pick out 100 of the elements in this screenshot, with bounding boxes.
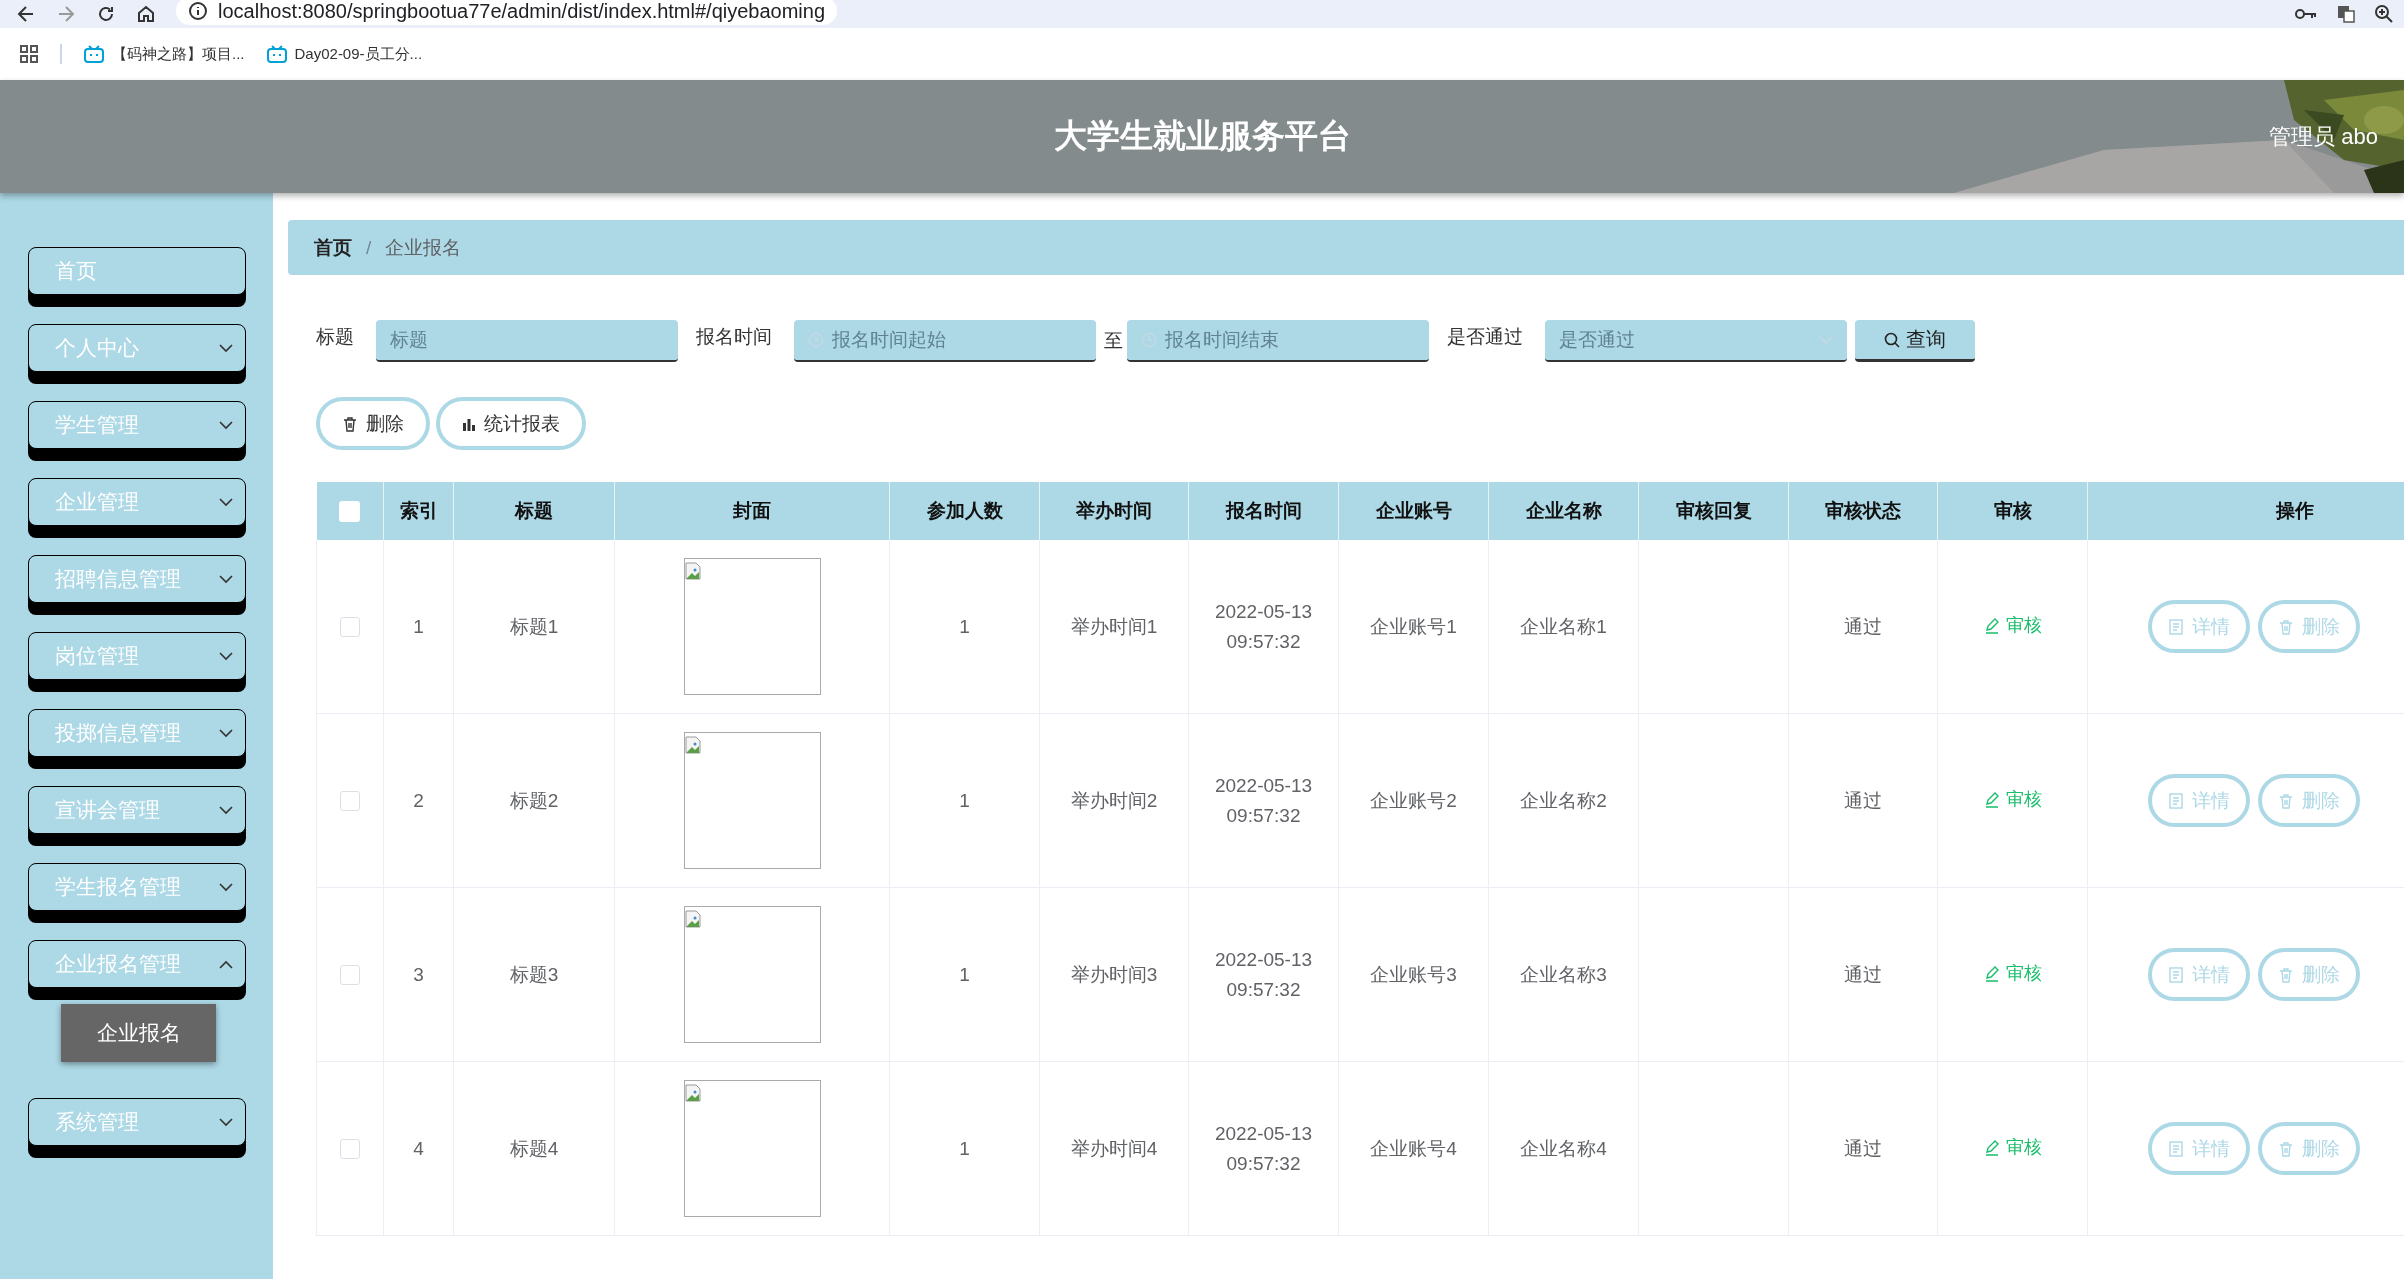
table-cell: 4 xyxy=(413,1137,424,1159)
column-header: 审核回复 xyxy=(1638,482,1789,540)
reload-icon[interactable] xyxy=(96,4,116,24)
review-link[interactable]: 审核 xyxy=(1983,958,2042,989)
details-button[interactable]: 详情 xyxy=(2148,948,2250,1001)
select-field[interactable]: 是否通过 xyxy=(1545,320,1847,362)
field-label: 至 xyxy=(1104,329,1123,353)
document-icon xyxy=(2168,792,2184,809)
tv-icon xyxy=(84,45,104,63)
details-button[interactable]: 详情 xyxy=(2148,600,2250,653)
bar-chart-icon xyxy=(462,416,476,431)
broken-image-icon xyxy=(684,736,701,754)
column-header: 标题 xyxy=(453,482,615,540)
back-icon[interactable] xyxy=(16,4,36,24)
table-cell: 举办时间4 xyxy=(1070,1137,1158,1159)
table-cell: 标题3 xyxy=(509,963,559,985)
details-button[interactable]: 详情 xyxy=(2148,774,2250,827)
user-name[interactable]: 管理员 abo xyxy=(2269,80,2378,193)
table-cell: 1 xyxy=(959,789,970,811)
column-header: 审核状态 xyxy=(1788,482,1938,540)
table-cell: 2 xyxy=(413,789,424,811)
search-icon xyxy=(1884,331,1900,348)
chevron-icon xyxy=(219,1117,233,1127)
table-cell: 企业账号1 xyxy=(1370,615,1457,637)
table-cell: 企业名称2 xyxy=(1520,789,1607,811)
column-header: 索引 xyxy=(383,482,454,540)
chevron-icon xyxy=(1819,335,1833,345)
breadcrumb-item: 企业报名 xyxy=(385,235,462,260)
delete-button[interactable]: 删除 xyxy=(2258,600,2360,653)
delete-button[interactable]: 删除 xyxy=(2258,1122,2360,1175)
apps-icon[interactable] xyxy=(20,45,38,63)
table-cell: 1 xyxy=(959,1137,970,1159)
table-cell: 1 xyxy=(959,963,970,985)
checkbox[interactable] xyxy=(340,965,360,986)
column-header: 参加人数 xyxy=(889,482,1040,540)
table-cell: 举办时间3 xyxy=(1070,963,1158,985)
clock-icon xyxy=(808,332,824,348)
column-header: 操作 xyxy=(2087,482,2404,540)
edit-icon xyxy=(1983,616,2000,634)
site-title: 大学生就业服务平台 xyxy=(1053,116,1351,156)
chevron-icon xyxy=(219,497,233,507)
review-link[interactable]: 审核 xyxy=(1983,784,2042,815)
table-cell-text: 2022-05-13 09:57:32 xyxy=(1213,773,1314,828)
table-cell: 1 xyxy=(413,615,424,637)
table-cell: 标题2 xyxy=(509,789,559,811)
table-cell: 企业名称4 xyxy=(1520,1137,1607,1159)
field-label: 报名时间 xyxy=(696,325,772,349)
text-field[interactable]: 标题 xyxy=(376,320,678,362)
breadcrumb-item[interactable]: 首页 xyxy=(314,234,352,261)
delete-button[interactable]: 删除 xyxy=(2258,948,2360,1001)
review-link[interactable]: 审核 xyxy=(1983,1132,2042,1163)
translate-icon[interactable] xyxy=(2336,4,2356,24)
chevron-icon xyxy=(219,574,233,584)
chevron-icon xyxy=(219,959,233,969)
checkbox[interactable] xyxy=(340,791,360,812)
edit-icon xyxy=(1983,790,2000,808)
info-icon[interactable] xyxy=(188,1,208,21)
trash-icon xyxy=(342,415,358,432)
table-cell: 企业账号4 xyxy=(1370,1137,1457,1159)
table-cell: 3 xyxy=(413,963,424,985)
field-label: 标题 xyxy=(316,325,354,349)
date-field[interactable]: 报名时间结束 xyxy=(1127,320,1429,362)
chevron-icon xyxy=(219,651,233,661)
review-link[interactable]: 审核 xyxy=(1983,610,2042,641)
chevron-icon xyxy=(219,882,233,892)
checkbox[interactable] xyxy=(340,1139,360,1160)
column-header: 封面 xyxy=(614,482,890,540)
delete-button[interactable]: 删除 xyxy=(316,397,430,450)
table-cell: 举办时间2 xyxy=(1070,789,1158,811)
zoom-icon[interactable] xyxy=(2374,4,2394,24)
checkbox[interactable] xyxy=(339,501,361,523)
trash-icon xyxy=(2278,1140,2294,1157)
document-icon xyxy=(2168,966,2184,983)
checkbox[interactable] xyxy=(340,617,360,638)
submenu-item[interactable]: 企业报名 xyxy=(61,1004,216,1062)
table-cell: 企业名称3 xyxy=(1520,963,1607,985)
chevron-icon xyxy=(219,805,233,815)
delete-button[interactable]: 删除 xyxy=(2258,774,2360,827)
details-button[interactable]: 详情 xyxy=(2148,1122,2250,1175)
table-cell: 企业名称1 xyxy=(1520,615,1607,637)
bookmark[interactable]: 【码神之路】项目... xyxy=(84,44,245,64)
search-button[interactable]: 查询 xyxy=(1855,320,1975,362)
home-icon[interactable] xyxy=(136,4,156,24)
table-cell: 标题1 xyxy=(509,615,559,637)
document-icon xyxy=(2168,618,2184,635)
date-field[interactable]: 报名时间起始 xyxy=(794,320,1096,362)
table-cell: 通过 xyxy=(1844,789,1882,811)
table-cell: 举办时间1 xyxy=(1070,615,1158,637)
trash-icon xyxy=(2278,966,2294,983)
table-cell: 通过 xyxy=(1844,1137,1882,1159)
breadcrumb-separator: / xyxy=(366,236,372,259)
column-header: 举办时间 xyxy=(1039,482,1189,540)
bookmark[interactable]: Day02-09-员工分... xyxy=(266,44,423,64)
column-header: 企业账号 xyxy=(1338,482,1489,540)
broken-image-icon xyxy=(684,1084,701,1102)
column-header: 审核 xyxy=(1937,482,2088,540)
edit-icon xyxy=(1983,1138,2000,1156)
table-cell: 通过 xyxy=(1844,615,1882,637)
table-cell: 1 xyxy=(959,615,970,637)
report-button[interactable]: 统计报表 xyxy=(436,397,586,450)
